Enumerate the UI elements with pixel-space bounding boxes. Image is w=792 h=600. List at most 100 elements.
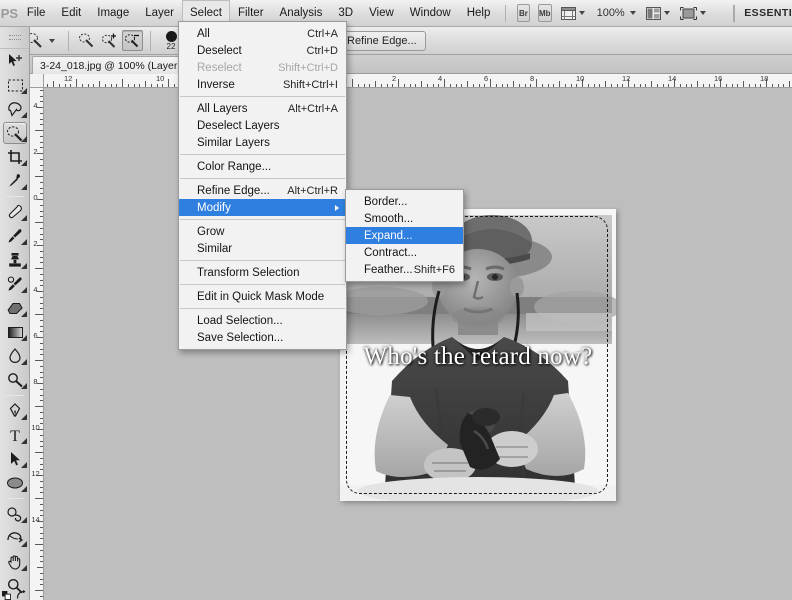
menu-help[interactable]: Help: [459, 0, 499, 27]
horizontal-ruler[interactable]: 1210824681012141618: [44, 74, 792, 88]
ruler-tick: [105, 84, 106, 88]
modify-submenu[interactable]: Border... Smooth... Expand... Contract... Fe…: [345, 189, 464, 282]
eraser-tool[interactable]: [0, 296, 30, 320]
menu-item-save-selection[interactable]: Save Selection...: [179, 329, 346, 346]
hand-tool[interactable]: [0, 550, 30, 574]
vertical-ruler[interactable]: 4202468101214: [30, 88, 44, 600]
ruler-tick: [783, 84, 784, 88]
menu-item-similar-layers[interactable]: Similar Layers: [179, 134, 346, 151]
menu-item-label: Save Selection...: [197, 332, 283, 344]
workspace-essentials-button[interactable]: ESSENTI: [744, 7, 792, 19]
canvas-area[interactable]: Who's the retard now?: [44, 88, 792, 600]
ruler-tick: [116, 84, 117, 88]
add-to-selection-button[interactable]: [99, 30, 120, 51]
menu-separator: [180, 308, 345, 309]
ruler-tick: [438, 84, 439, 88]
select-menu-dropdown[interactable]: AllCtrl+ADeselectCtrl+DReselectShift+Ctr…: [178, 21, 347, 350]
menu-item-expand[interactable]: Expand...: [346, 227, 463, 244]
ruler-label: 12: [64, 75, 72, 83]
crop-tool[interactable]: [0, 145, 30, 169]
ruler-tick: [640, 84, 641, 88]
ruler-tick: [496, 84, 497, 88]
ruler-tick: [525, 84, 526, 88]
menu-window[interactable]: Window: [402, 0, 459, 27]
document-tab[interactable]: 3-24_018.jpg @ 100% (Layer 0,: [32, 56, 197, 74]
ruler-tick: [40, 331, 44, 332]
3d-orbit-tool[interactable]: [0, 526, 30, 550]
ruler-tick: [40, 561, 44, 562]
menu-item-color-range[interactable]: Color Range...: [179, 158, 346, 175]
ruler-tick: [40, 113, 44, 114]
quick-selection-tool[interactable]: [0, 121, 30, 145]
menu-item-edit-in-quick-mask-mode[interactable]: Edit in Quick Mask Mode: [179, 288, 346, 305]
menu-item-label: Contract...: [364, 247, 417, 259]
arrange-documents-dropdown[interactable]: [644, 2, 672, 24]
menu-item-refine-edge[interactable]: Refine Edge...Alt+Ctrl+R: [179, 182, 346, 199]
spot-healing-brush-tool[interactable]: [0, 200, 30, 224]
ruler-tick: [40, 354, 44, 355]
subtract-from-selection-button[interactable]: [122, 30, 143, 51]
menu-item-contract[interactable]: Contract...: [346, 244, 463, 261]
menu-item-inverse[interactable]: InverseShift+Ctrl+I: [179, 76, 346, 93]
menu-layer[interactable]: Layer: [137, 0, 182, 27]
subtract-from-selection-icon: [124, 32, 141, 49]
tool-submenu-indicator: [21, 414, 27, 420]
ruler-tick: [168, 79, 169, 87]
menu-item-grow[interactable]: Grow: [179, 223, 346, 240]
blur-tool[interactable]: [0, 344, 30, 368]
menu-item-shortcut: Shift+F6: [414, 264, 455, 276]
ellipse-shape-tool[interactable]: [0, 471, 30, 495]
refine-edge-button[interactable]: Refine Edge...: [338, 31, 426, 51]
menu-item-deselect[interactable]: DeselectCtrl+D: [179, 42, 346, 59]
horizontal-type-tool[interactable]: T: [0, 423, 30, 447]
menu-separator: [180, 178, 345, 179]
menu-image[interactable]: Image: [89, 0, 137, 27]
move-tool[interactable]: [0, 49, 30, 73]
launch-bridge-button[interactable]: Br: [517, 4, 530, 22]
menu-item-load-selection[interactable]: Load Selection...: [179, 312, 346, 329]
ruler-tick: [755, 84, 756, 88]
menu-item-smooth[interactable]: Smooth...: [346, 210, 463, 227]
view-extras-dropdown[interactable]: [559, 2, 587, 24]
menu-item-border[interactable]: Border...: [346, 193, 463, 210]
ruler-tick: [502, 84, 503, 88]
lasso-tool[interactable]: [0, 97, 30, 121]
ruler-tick: [743, 81, 744, 87]
pen-tool[interactable]: [0, 399, 30, 423]
menu-item-all[interactable]: AllCtrl+A: [179, 25, 346, 42]
eyedropper-tool[interactable]: [0, 169, 30, 193]
ruler-tick: [47, 84, 48, 88]
screen-mode-dropdown[interactable]: [678, 2, 708, 24]
clone-stamp-tool[interactable]: [0, 248, 30, 272]
menu-file[interactable]: File: [19, 0, 54, 27]
ruler-tick: [40, 303, 44, 304]
menu-item-similar[interactable]: Similar: [179, 240, 346, 257]
ruler-tick: [703, 84, 704, 88]
brush-tool[interactable]: [0, 224, 30, 248]
gradient-tool[interactable]: [0, 320, 30, 344]
3d-rotate-tool[interactable]: [0, 502, 30, 526]
menu-item-modify[interactable]: Modify: [179, 199, 346, 216]
rectangular-marquee-tool[interactable]: [0, 73, 30, 97]
zoom-level-dropdown[interactable]: 100%: [593, 2, 638, 24]
menu-separator: [180, 219, 345, 220]
menu-item-label: Grow: [197, 226, 224, 238]
new-selection-button[interactable]: [76, 30, 97, 51]
menu-item-feather[interactable]: Feather...Shift+F6: [346, 261, 463, 278]
menu-item-label: Smooth...: [364, 213, 413, 225]
menu-edit[interactable]: Edit: [53, 0, 89, 27]
history-brush-tool[interactable]: [0, 272, 30, 296]
launch-mini-bridge-button[interactable]: Mb: [538, 4, 552, 22]
image-caption-text: Who's the retard now?: [340, 343, 616, 371]
ruler-origin-corner[interactable]: [30, 74, 44, 88]
menu-item-deselect-layers[interactable]: Deselect Layers: [179, 117, 346, 134]
menu-item-all-layers[interactable]: All LayersAlt+Ctrl+A: [179, 100, 346, 117]
ruler-tick: [88, 84, 89, 88]
menu-item-transform-selection[interactable]: Transform Selection: [179, 264, 346, 281]
dodge-tool[interactable]: [0, 368, 30, 392]
ruler-tick: [40, 412, 44, 413]
menu-view[interactable]: View: [361, 0, 402, 27]
photoshop-logo: PS: [0, 0, 19, 27]
path-selection-tool[interactable]: [0, 447, 30, 471]
tools-panel-grip[interactable]: [0, 27, 29, 49]
